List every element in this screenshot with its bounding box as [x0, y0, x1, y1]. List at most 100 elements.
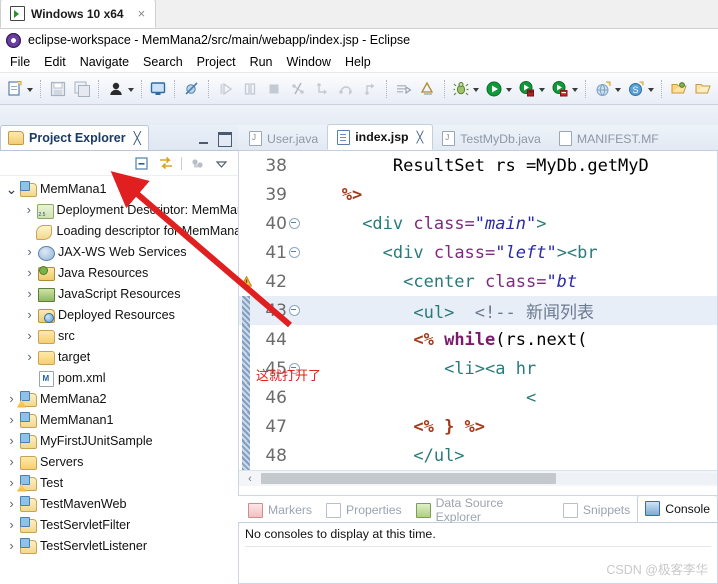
- chevron-right-icon[interactable]: ›: [22, 307, 37, 322]
- next-annotation-icon[interactable]: [393, 78, 415, 100]
- terminate-button[interactable]: [262, 78, 286, 100]
- collapse-all-icon[interactable]: [133, 155, 150, 172]
- bottom-tab-snippets[interactable]: Snippets: [556, 498, 637, 522]
- chevron-right-icon[interactable]: ›: [4, 412, 19, 427]
- skip-breakpoints-button[interactable]: [180, 78, 204, 100]
- save-all-button[interactable]: [70, 78, 94, 100]
- chevron-down-icon[interactable]: [648, 87, 655, 92]
- change-bar[interactable]: [239, 383, 253, 412]
- open-console-button[interactable]: [146, 78, 170, 100]
- chevron-right-icon[interactable]: ›: [22, 244, 37, 259]
- tree-item[interactable]: ⌄ MemMana1: [0, 178, 238, 199]
- code-line[interactable]: 41 <div class="left"><br: [239, 238, 717, 267]
- change-bar[interactable]: [239, 325, 253, 354]
- profile-button[interactable]: [548, 78, 581, 100]
- bottom-tab-console[interactable]: Console: [637, 495, 718, 522]
- tree-item[interactable]: › JAX-WS Web Services: [0, 241, 238, 262]
- save-all-icon[interactable]: [71, 78, 93, 100]
- bottom-tab-properties[interactable]: Properties: [319, 498, 409, 522]
- previous-annotation-button[interactable]: [416, 78, 440, 100]
- user-button[interactable]: [104, 78, 137, 100]
- bottom-tab-markers[interactable]: Markers: [241, 498, 319, 522]
- run-icon[interactable]: [483, 78, 505, 100]
- suspend-button[interactable]: [238, 78, 262, 100]
- chevron-down-icon[interactable]: [27, 87, 33, 92]
- code-line[interactable]: 47 <% } %>: [239, 412, 717, 441]
- tree-item[interactable]: › Deployment Descriptor: MemMana1: [0, 199, 238, 220]
- change-bar[interactable]: [239, 354, 253, 383]
- tree-item[interactable]: › src: [0, 325, 238, 346]
- chevron-right-icon[interactable]: ›: [4, 391, 19, 406]
- minimize-icon[interactable]: [198, 135, 211, 145]
- chevron-right-icon[interactable]: ›: [4, 496, 19, 511]
- tree-item[interactable]: › MemManan1: [0, 409, 238, 430]
- previous-annotation-icon[interactable]: [417, 78, 439, 100]
- new-wizard-icon[interactable]: [4, 78, 26, 100]
- code-editor[interactable]: 38 ResultSet rs =MyDb.getMyD 39 %> 40 <div…: [238, 151, 718, 496]
- save-button[interactable]: [46, 78, 70, 100]
- chevron-down-icon[interactable]: [127, 87, 134, 92]
- scroll-left-icon[interactable]: ‹: [239, 473, 261, 485]
- disconnect-button[interactable]: [286, 78, 310, 100]
- tree-item[interactable]: › Test: [0, 472, 238, 493]
- run-button[interactable]: [482, 78, 515, 100]
- tree-item[interactable]: › Java Resources: [0, 262, 238, 283]
- user-icon[interactable]: [105, 78, 127, 100]
- disconnect-icon[interactable]: [287, 78, 309, 100]
- chevron-right-icon[interactable]: ›: [22, 328, 37, 343]
- maximize-icon[interactable]: [218, 132, 232, 147]
- code-line[interactable]: 43 <ul> <!-- 新闻列表: [239, 296, 717, 325]
- open-console-icon[interactable]: [147, 78, 169, 100]
- run-as-server-button[interactable]: [515, 78, 548, 100]
- warning-marker-icon[interactable]: [239, 276, 253, 287]
- suspend-icon[interactable]: [239, 78, 261, 100]
- open-resource-button[interactable]: [691, 78, 715, 100]
- new-web-project-icon[interactable]: [592, 78, 614, 100]
- project-tree[interactable]: ⌄ MemMana1 › Deployment Descriptor: MemMana…: [0, 176, 238, 584]
- tree-item[interactable]: › TestServletListener: [0, 535, 238, 556]
- step-return-icon[interactable]: [359, 78, 381, 100]
- new-wizard-button[interactable]: [3, 78, 36, 100]
- step-return-button[interactable]: [358, 78, 382, 100]
- profile-icon[interactable]: [549, 78, 571, 100]
- skip-breakpoints-icon[interactable]: [181, 78, 203, 100]
- fold-collapse-icon[interactable]: [287, 218, 301, 229]
- run-as-server-icon[interactable]: [516, 78, 538, 100]
- focus-on-active-task-icon[interactable]: [189, 155, 206, 172]
- step-over-button[interactable]: [334, 78, 358, 100]
- editor-tab-index-jsp[interactable]: index.jsp ╳: [327, 124, 434, 150]
- chevron-down-icon[interactable]: [572, 87, 579, 92]
- tree-item[interactable]: › JavaScript Resources: [0, 283, 238, 304]
- code-line[interactable]: 40 <div class="main">: [239, 209, 717, 238]
- bottom-tab-data-source-explorer[interactable]: Data Source Explorer: [409, 496, 556, 524]
- resume-icon[interactable]: [215, 78, 237, 100]
- menu-item-edit[interactable]: Edit: [37, 53, 73, 71]
- fold-collapse-icon[interactable]: [287, 247, 301, 258]
- tree-item[interactable]: › TestServletFilter: [0, 514, 238, 535]
- code-line[interactable]: 42 <center class="bt: [239, 267, 717, 296]
- code-line[interactable]: 39 %>: [239, 180, 717, 209]
- chevron-right-icon[interactable]: ›: [22, 349, 37, 364]
- menu-item-navigate[interactable]: Navigate: [73, 53, 136, 71]
- tree-item[interactable]: › target: [0, 346, 238, 367]
- view-menu-icon[interactable]: [213, 155, 230, 172]
- terminate-icon[interactable]: [263, 78, 285, 100]
- step-into-button[interactable]: [310, 78, 334, 100]
- change-bar[interactable]: [239, 441, 253, 470]
- code-lines[interactable]: 38 ResultSet rs =MyDb.getMyD 39 %> 40 <div…: [239, 151, 717, 470]
- chevron-right-icon[interactable]: ›: [4, 475, 19, 490]
- editor-horizontal-scrollbar[interactable]: ‹: [239, 470, 717, 486]
- tree-item[interactable]: › Deployed Resources: [0, 304, 238, 325]
- link-with-editor-icon[interactable]: [157, 155, 174, 172]
- step-into-icon[interactable]: [311, 78, 333, 100]
- step-over-icon[interactable]: [335, 78, 357, 100]
- menu-item-window[interactable]: Window: [280, 53, 338, 71]
- code-line[interactable]: 45 <li><a hr: [239, 354, 717, 383]
- code-line[interactable]: 48 </ul>: [239, 441, 717, 470]
- menu-item-file[interactable]: File: [3, 53, 37, 71]
- open-resource-icon[interactable]: [692, 78, 714, 100]
- tab-project-explorer[interactable]: Project Explorer ╳: [0, 125, 149, 150]
- new-java-class-icon[interactable]: S: [625, 78, 647, 100]
- vm-tab-windows10[interactable]: Windows 10 x64 ×: [0, 0, 157, 28]
- tree-item[interactable]: Loading descriptor for MemMana1...: [0, 220, 238, 241]
